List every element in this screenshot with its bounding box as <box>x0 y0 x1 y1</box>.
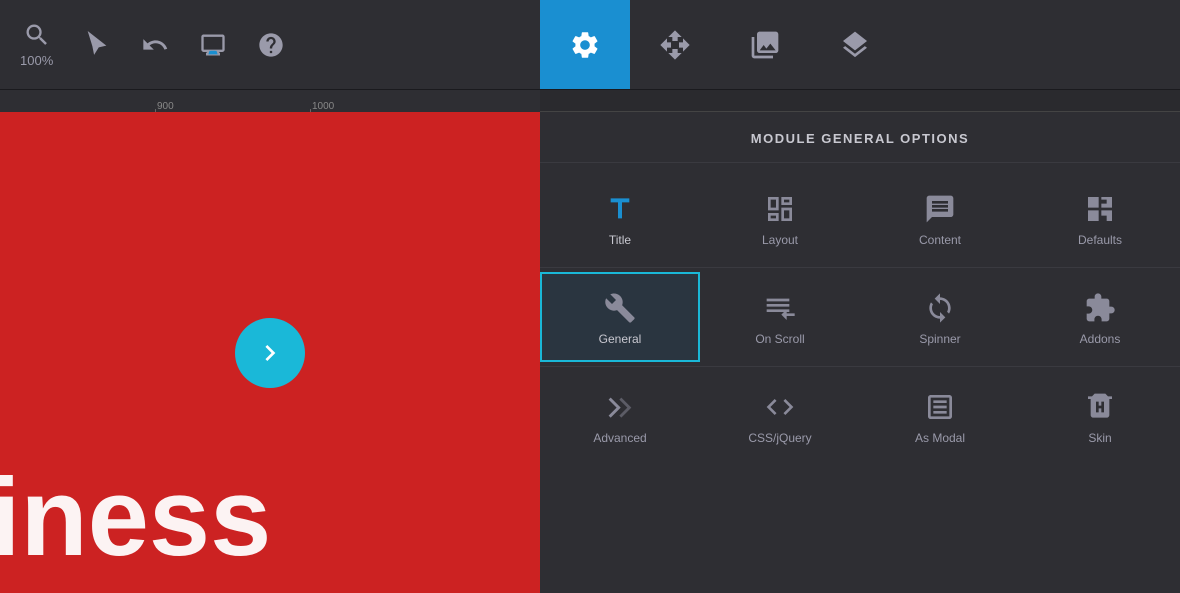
defaults-icon <box>1084 193 1116 225</box>
grid-divider-1 <box>540 267 1180 268</box>
settings-icon <box>569 29 601 61</box>
module-as-modal-label: As Modal <box>915 431 965 445</box>
panel-header: MODULE GENERAL OPTIONS <box>540 112 1180 163</box>
ruler-mark-900: 900 <box>155 101 174 112</box>
cursor-button[interactable] <box>83 31 111 59</box>
toolbar-left: 100% <box>0 21 540 68</box>
canvas-text: iness <box>0 463 271 573</box>
ruler-canvas: 900 1000 <box>0 90 540 112</box>
ruler-bar: 900 1000 <box>0 90 1180 112</box>
module-addons[interactable]: Addons <box>1020 272 1180 362</box>
toolbar: 100% <box>0 0 1180 90</box>
module-title[interactable]: Title <box>540 173 700 263</box>
content-icon <box>924 193 956 225</box>
module-defaults-label: Defaults <box>1078 233 1122 247</box>
skin-icon <box>1084 391 1116 423</box>
tab-media[interactable] <box>720 0 810 89</box>
zoom-search-button[interactable]: 100% <box>20 21 53 68</box>
search-icon <box>23 21 51 49</box>
modal-icon <box>924 391 956 423</box>
media-icon <box>749 29 781 61</box>
grid-divider-2 <box>540 366 1180 367</box>
module-layout[interactable]: Layout <box>700 173 860 263</box>
layout-icon <box>764 193 796 225</box>
module-skin[interactable]: Skin <box>1020 371 1180 461</box>
undo-button[interactable] <box>141 31 169 59</box>
undo-icon <box>141 31 169 59</box>
tab-settings[interactable] <box>540 0 630 89</box>
module-spinner[interactable]: Spinner <box>860 272 1020 362</box>
nav-arrow-button[interactable] <box>235 318 305 388</box>
tab-move[interactable] <box>630 0 720 89</box>
layers-icon <box>839 29 871 61</box>
module-title-label: Title <box>609 233 631 247</box>
module-spinner-label: Spinner <box>919 332 960 346</box>
ruler-mark-1000: 1000 <box>310 101 334 112</box>
help-icon <box>257 31 285 59</box>
title-icon <box>604 193 636 225</box>
code-icon <box>764 391 796 423</box>
panel-title: MODULE GENERAL OPTIONS <box>751 131 969 146</box>
main-content: iness MODULE GENERAL OPTIONS Title Layou… <box>0 112 1180 593</box>
module-on-scroll[interactable]: On Scroll <box>700 272 860 362</box>
on-scroll-icon <box>764 292 796 324</box>
move-icon <box>659 29 691 61</box>
module-advanced-label: Advanced <box>593 431 646 445</box>
module-content[interactable]: Content <box>860 173 1020 263</box>
puzzle-icon <box>1084 292 1116 324</box>
options-panel: MODULE GENERAL OPTIONS Title Layout <box>540 112 1180 593</box>
module-general-label: General <box>599 332 642 346</box>
module-css-jquery-label: CSS/jQuery <box>748 431 811 445</box>
module-as-modal[interactable]: As Modal <box>860 371 1020 461</box>
module-content-label: Content <box>919 233 961 247</box>
spinner-icon <box>924 292 956 324</box>
tab-layers[interactable] <box>810 0 900 89</box>
wrench-icon <box>604 292 636 324</box>
cursor-icon <box>83 31 111 59</box>
module-css-jquery[interactable]: CSS/jQuery <box>700 371 860 461</box>
canvas-area: iness <box>0 112 540 593</box>
help-button[interactable] <box>257 31 285 59</box>
module-skin-label: Skin <box>1088 431 1111 445</box>
zoom-label: 100% <box>20 53 53 68</box>
module-layout-label: Layout <box>762 233 798 247</box>
advanced-icon <box>604 391 636 423</box>
monitor-icon <box>199 31 227 59</box>
monitor-button[interactable] <box>199 31 227 59</box>
module-general[interactable]: General <box>540 272 700 362</box>
toolbar-right <box>540 0 1180 89</box>
module-addons-label: Addons <box>1080 332 1121 346</box>
module-advanced[interactable]: Advanced <box>540 371 700 461</box>
module-on-scroll-label: On Scroll <box>755 332 804 346</box>
module-defaults[interactable]: Defaults <box>1020 173 1180 263</box>
module-grid: Title Layout Content De <box>540 163 1180 471</box>
arrow-right-icon <box>254 337 286 369</box>
